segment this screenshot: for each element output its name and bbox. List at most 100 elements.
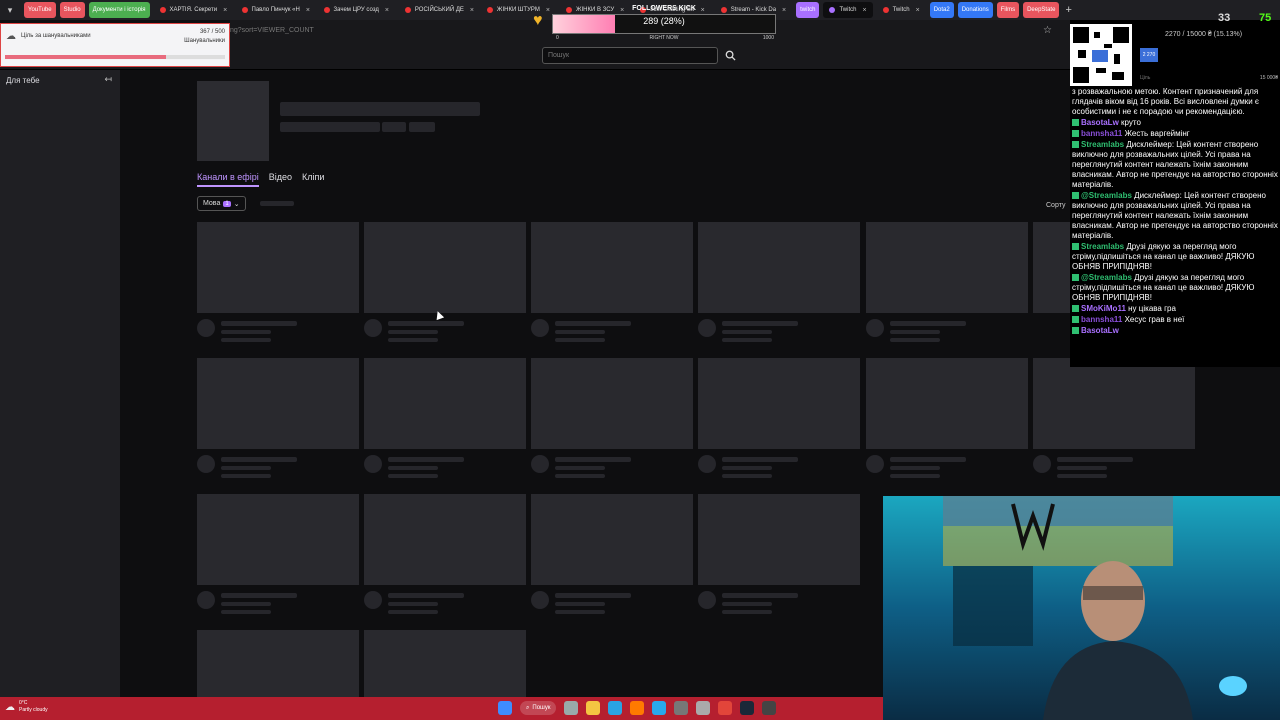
browser-tab[interactable]: Donations (957, 2, 993, 18)
collapse-sidebar-icon[interactable]: ↤ (104, 74, 112, 85)
language-filter-button[interactable]: Мова 1 ⌄ (197, 196, 246, 211)
category-tag-placeholder (382, 122, 406, 132)
close-tab-icon[interactable]: × (916, 7, 920, 14)
browser-tab[interactable]: ЖІНКИ ШТУРМ × (481, 2, 556, 18)
file-explorer-icon[interactable] (586, 701, 601, 715)
browser-tab[interactable]: DeepState (1023, 2, 1060, 18)
stream-card-placeholder[interactable] (364, 494, 526, 614)
taskbar-search[interactable]: ⌕ Пошук (520, 701, 557, 715)
search-input[interactable] (542, 47, 718, 64)
browser-tab[interactable]: Документи і історія (88, 2, 150, 18)
followers-kick-bar: FOLLOWERS KICK 289 (28%) 0 RIGHT NOW 100… (552, 5, 776, 41)
text-line-placeholder (221, 602, 271, 606)
stream-card-placeholder[interactable] (698, 494, 860, 614)
text-line-placeholder (722, 602, 772, 606)
new-tab-icon[interactable]: + (1065, 4, 1071, 16)
sidebar-title: Для тебе (6, 76, 40, 85)
goal-title: Ціль за шанувальниками (21, 33, 91, 39)
weather-temp: 0°C (19, 700, 28, 706)
language-count-badge: 1 (223, 200, 231, 207)
text-line-placeholder (890, 474, 940, 478)
chat-username[interactable]: BasotaLw (1081, 118, 1119, 127)
browser-tab[interactable]: YouTube (24, 2, 56, 18)
search-button[interactable] (722, 47, 739, 64)
thumbnail-placeholder (197, 494, 359, 585)
browser-tab[interactable]: Павло Пинчук «Н × (236, 2, 314, 18)
stream-card-placeholder[interactable] (531, 358, 693, 478)
text-line-placeholder (388, 321, 464, 326)
browser-tab-label: Studio (63, 7, 81, 13)
chat-username[interactable]: @Streamlabs (1081, 191, 1132, 200)
chat-username[interactable]: bannsha11 (1081, 315, 1122, 324)
app-icon[interactable] (696, 701, 711, 715)
stream-card-placeholder[interactable] (197, 494, 359, 614)
chat-username[interactable]: @Streamlabs (1081, 273, 1132, 282)
close-tab-icon[interactable]: × (385, 7, 389, 14)
app-icon[interactable] (674, 701, 689, 715)
avatar-placeholder (531, 591, 549, 609)
tab-live-channels[interactable]: Канали в ефірі (197, 172, 259, 187)
close-tab-icon[interactable]: × (470, 7, 474, 14)
close-tab-icon[interactable]: × (306, 7, 310, 14)
chat-message: з розважальною метою. Контент призначени… (1072, 87, 1278, 117)
chrome-icon[interactable] (718, 701, 733, 715)
avatar-placeholder (866, 455, 884, 473)
text-line-placeholder (1057, 474, 1107, 478)
browser-tab[interactable]: Зачем ЦРУ созд × (318, 2, 395, 18)
goal-progress-bar (5, 55, 225, 59)
stream-card-placeholder[interactable] (1033, 358, 1195, 478)
browser-tab[interactable]: twitch (796, 2, 820, 18)
stream-card-placeholder[interactable] (197, 358, 359, 478)
directory-tabs: Канали в ефірі Відео Кліпи (197, 172, 324, 187)
sort-label[interactable]: Сорту (1046, 202, 1065, 209)
chat-username[interactable]: SMoKiMo11 (1081, 304, 1126, 313)
stream-card-placeholder[interactable] (531, 222, 693, 342)
stream-card-placeholder[interactable] (531, 494, 693, 614)
tab-menu-icon[interactable]: ▾ (0, 0, 20, 20)
chat-username[interactable]: BasotaLw (1081, 326, 1119, 335)
close-tab-icon[interactable]: × (782, 7, 786, 14)
task-view-icon[interactable] (564, 701, 579, 715)
weather-widget[interactable]: ☁ 0°C Partly cloudy (5, 700, 48, 714)
browser-tab[interactable]: Twitch × (823, 2, 873, 18)
stream-card-placeholder[interactable] (866, 222, 1028, 342)
obs-icon[interactable] (762, 701, 777, 715)
text-line-placeholder (722, 474, 772, 478)
text-line-placeholder (555, 457, 631, 462)
firefox-icon[interactable] (630, 701, 645, 715)
chat-text: Хесус грав в неї (1124, 315, 1185, 324)
close-tab-icon[interactable]: × (546, 7, 550, 14)
stream-card-placeholder[interactable] (1033, 222, 1070, 313)
steam-icon[interactable] (740, 701, 755, 715)
bookmark-star-icon[interactable]: ☆ (1043, 25, 1052, 36)
browser-tab[interactable]: ХАРТІЯ. Секрети × (154, 2, 232, 18)
chat-username[interactable]: bannsha11 (1081, 129, 1122, 138)
text-line-placeholder (221, 321, 297, 326)
text-line-placeholder (890, 466, 940, 470)
text-line-placeholder (555, 610, 605, 614)
stream-card-placeholder[interactable] (866, 358, 1028, 478)
chat-username[interactable]: Streamlabs (1081, 242, 1124, 251)
close-tab-icon[interactable]: × (223, 7, 227, 14)
stream-card-placeholder[interactable] (698, 358, 860, 478)
browser-tab-label: Films (1000, 7, 1016, 13)
telegram-icon[interactable] (652, 701, 667, 715)
chat-username[interactable]: Streamlabs (1081, 140, 1124, 149)
stream-card-placeholder[interactable] (364, 358, 526, 478)
tab-videos[interactable]: Відео (269, 172, 292, 187)
browser-tab[interactable]: Dota2 (929, 2, 954, 18)
close-tab-icon[interactable]: × (862, 7, 866, 14)
edge-browser-icon[interactable] (608, 701, 623, 715)
chat-message: BasotaLw (1072, 326, 1278, 336)
stream-card-placeholder[interactable] (364, 222, 526, 342)
tab-clips[interactable]: Кліпи (302, 172, 324, 187)
browser-tab[interactable]: РОСІЙСЬКИЙ ДЕ × (399, 2, 477, 18)
browser-tab[interactable]: Films (996, 2, 1020, 18)
stream-card-placeholder[interactable] (698, 222, 860, 342)
browser-tab[interactable]: Studio (59, 2, 85, 18)
browser-tab[interactable]: Twitch × (877, 2, 926, 18)
windows-start-icon[interactable] (498, 701, 512, 715)
stream-card-placeholder[interactable] (197, 222, 359, 342)
tab-favicon-icon (241, 7, 248, 13)
thumbnail-placeholder (364, 222, 526, 313)
